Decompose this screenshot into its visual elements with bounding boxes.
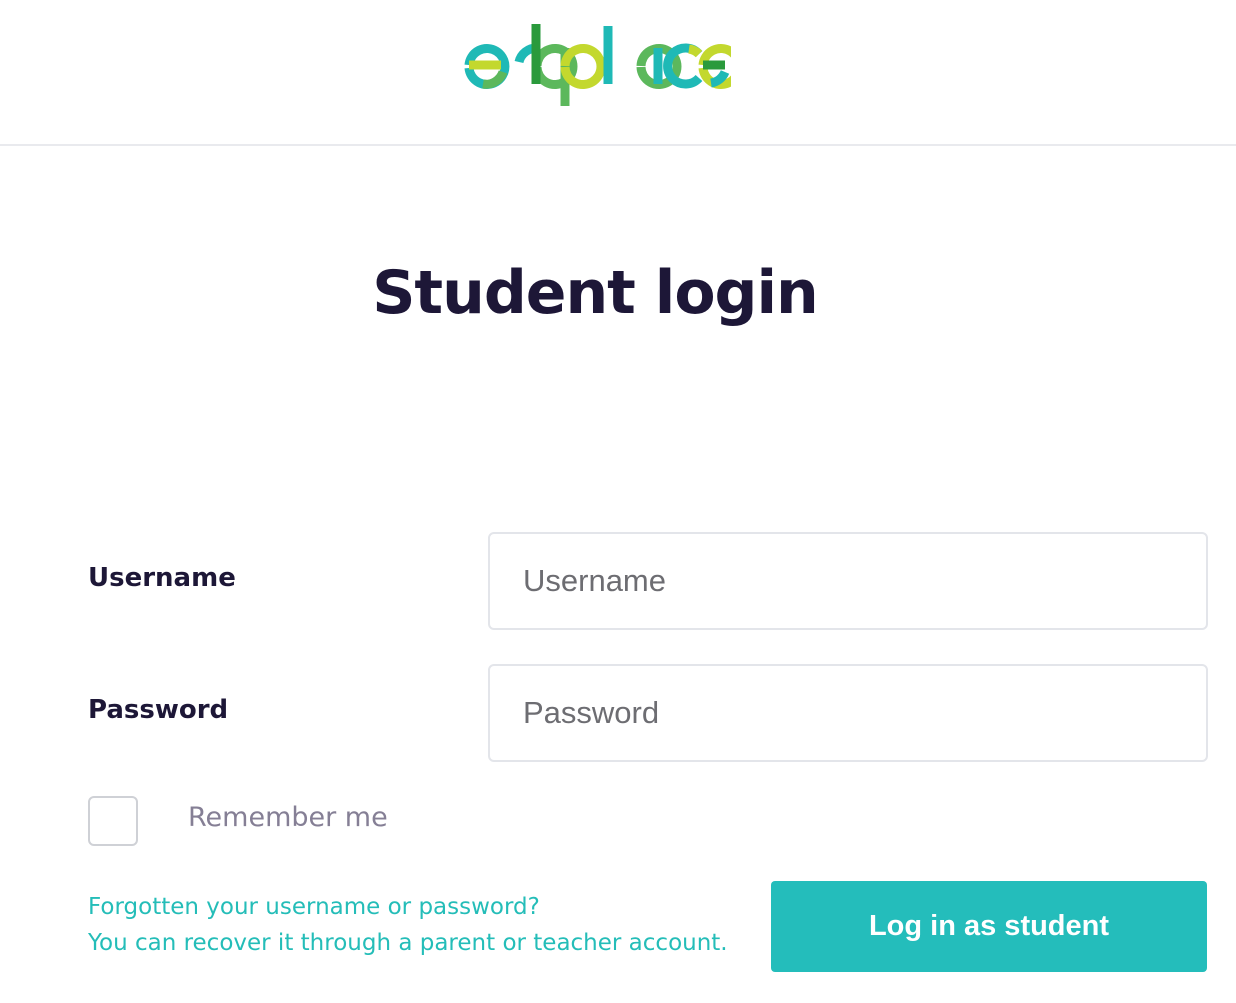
password-label: Password — [88, 695, 229, 725]
login-button[interactable]: Log in as student — [771, 881, 1207, 972]
username-input[interactable] — [488, 532, 1208, 630]
forgot-credentials-link[interactable]: Forgotten your username or password? — [88, 894, 540, 920]
password-input[interactable] — [488, 664, 1208, 762]
username-label: Username — [88, 563, 236, 593]
site-header — [0, 0, 1236, 146]
remember-me-checkbox[interactable] — [88, 796, 138, 846]
recover-account-link[interactable]: You can recover it through a parent or t… — [88, 930, 728, 956]
page-title: Student login — [372, 258, 819, 328]
edplace-logo[interactable] — [459, 14, 731, 114]
remember-me-label[interactable]: Remember me — [188, 802, 388, 833]
